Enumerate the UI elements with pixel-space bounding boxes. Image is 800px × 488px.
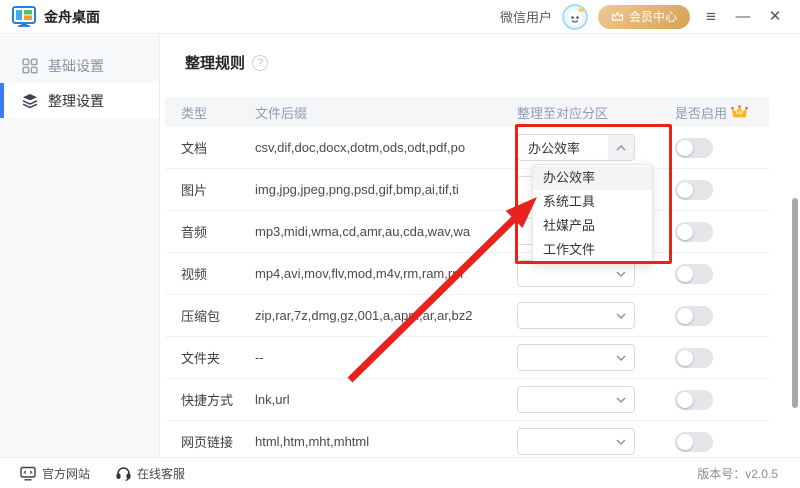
crown-icon <box>611 11 624 22</box>
close-icon[interactable]: ✕ <box>764 6 786 28</box>
row-extensions: zip,rar,7z,dmg,gz,001,a,apm,ar,ar,bz2 <box>255 308 473 323</box>
enable-toggle[interactable] <box>675 179 713 200</box>
row-extensions: lnk,url <box>255 392 290 407</box>
row-extensions: img,jpg,jpeg,png,psd,gif,bmp,ai,tif,ti <box>255 182 459 197</box>
online-support-label: 在线客服 <box>137 466 186 481</box>
row-extensions: html,htm,mht,mhtml <box>255 434 370 449</box>
row-extensions: mp3,midi,wma,cd,amr,au,cda,wav,wa <box>255 224 471 239</box>
sidebar-item-organize-settings[interactable]: 整理设置 <box>0 83 159 118</box>
row-extensions: -- <box>255 350 264 365</box>
monitor-icon <box>20 466 36 481</box>
partition-select[interactable] <box>517 260 635 287</box>
partition-dropdown-panel: 办公效率 系统工具 社媒产品 工作文件 <box>532 164 653 264</box>
enable-toggle[interactable] <box>675 431 713 452</box>
grid-icon <box>22 57 38 74</box>
header-enable: 是否启用 <box>675 105 728 121</box>
sidebar-item-label: 整理设置 <box>48 92 104 109</box>
chevron-down-icon <box>608 261 634 286</box>
version-label: 版本号：v2.0.5 <box>697 466 778 481</box>
partition-select[interactable] <box>517 344 635 371</box>
toggle-knob <box>677 433 693 450</box>
row-extensions: mp4,avi,mov,flv,mod,m4v,rm,ram,rm <box>255 266 464 281</box>
enable-toggle[interactable] <box>675 221 713 242</box>
partition-select[interactable] <box>517 386 635 413</box>
row-type-label: 文件夹 <box>181 351 221 366</box>
enable-toggle[interactable] <box>675 137 713 158</box>
toggle-knob <box>677 181 693 198</box>
sidebar: 基础设置 整理设置 <box>0 35 160 457</box>
online-support-link[interactable]: 在线客服 <box>116 465 185 482</box>
row-type-label: 网页链接 <box>181 435 234 450</box>
enable-toggle[interactable] <box>675 347 713 368</box>
chevron-up-icon <box>608 135 634 160</box>
enable-toggle[interactable] <box>675 389 713 410</box>
partition-select[interactable] <box>517 428 635 455</box>
enable-toggle[interactable] <box>675 263 713 284</box>
table-header: 类型 文件后缀 整理至对应分区 是否启用 VIP <box>165 97 769 127</box>
select-value: 办公效率 <box>528 141 581 156</box>
toggle-knob <box>677 307 693 324</box>
row-extensions: csv,dif,doc,docx,dotm,ods,odt,pdf,po <box>255 140 466 155</box>
dropdown-option-office[interactable]: 办公效率 <box>533 166 652 190</box>
chevron-down-icon <box>608 303 634 328</box>
app-title: 金舟桌面 <box>44 8 100 25</box>
rules-table: 文档 csv,dif,doc,docx,dotm,ods,odt,pdf,po … <box>165 127 769 463</box>
toggle-knob <box>677 139 693 156</box>
table-row-images: 图片 img,jpg,jpeg,png,psd,gif,bmp,ai,tif,t… <box>165 169 769 211</box>
menu-icon[interactable]: ≡ <box>700 6 722 28</box>
row-type-label: 视频 <box>181 267 208 282</box>
sidebar-item-label: 基础设置 <box>48 57 104 74</box>
row-type-label: 快捷方式 <box>181 393 234 408</box>
toggle-knob <box>677 391 693 408</box>
dropdown-option-system[interactable]: 系统工具 <box>533 190 652 214</box>
footer: 官方网站 在线客服 版本号：v2.0.5 <box>0 457 800 488</box>
page-title: 整理规则 <box>185 55 246 72</box>
table-row-folders: 文件夹 -- <box>165 337 769 379</box>
enable-toggle[interactable] <box>675 305 713 326</box>
user-avatar[interactable] <box>561 3 588 30</box>
header-type: 类型 <box>181 105 208 121</box>
dropdown-option-work[interactable]: 工作文件 <box>533 238 652 262</box>
table-row-audio: 音频 mp3,midi,wma,cd,amr,au,cda,wav,wa <box>165 211 769 253</box>
chevron-down-icon <box>608 387 634 412</box>
table-row-video: 视频 mp4,avi,mov,flv,mod,m4v,rm,ram,rm <box>165 253 769 295</box>
row-type-label: 图片 <box>181 183 208 198</box>
vip-crown-icon: VIP <box>731 105 748 119</box>
main-content: 整理规则 ? 类型 文件后缀 整理至对应分区 是否启用 VIP 文档 csv,d… <box>161 35 800 463</box>
toggle-knob <box>677 349 693 366</box>
row-type-label: 音频 <box>181 225 208 240</box>
table-row-archives: 压缩包 zip,rar,7z,dmg,gz,001,a,apm,ar,ar,bz… <box>165 295 769 337</box>
layers-icon <box>22 93 38 109</box>
official-website-link[interactable]: 官方网站 <box>20 465 90 482</box>
dropdown-option-social[interactable]: 社媒产品 <box>533 214 652 238</box>
help-icon[interactable]: ? <box>252 54 269 71</box>
chevron-down-icon <box>608 429 634 454</box>
toggle-knob <box>677 223 693 240</box>
sidebar-item-basic-settings[interactable]: 基础设置 <box>0 48 159 83</box>
partition-select-open[interactable]: 办公效率 <box>517 134 635 161</box>
official-website-label: 官方网站 <box>42 466 91 481</box>
svg-text:VIP: VIP <box>736 111 743 116</box>
table-row-documents: 文档 csv,dif,doc,docx,dotm,ods,odt,pdf,po … <box>165 127 769 169</box>
headset-icon <box>116 466 131 481</box>
member-center-button[interactable]: 会员中心 <box>597 4 690 29</box>
header-partition: 整理至对应分区 <box>517 105 609 121</box>
titlebar: 金舟桌面 微信用户 会员中心 ≡ — ✕ <box>0 0 800 34</box>
table-row-shortcuts: 快捷方式 lnk,url <box>165 379 769 421</box>
vertical-scrollbar[interactable] <box>792 198 798 408</box>
chevron-down-icon <box>608 345 634 370</box>
toggle-knob <box>677 265 693 282</box>
username-label: 微信用户 <box>499 10 552 25</box>
row-type-label: 文档 <box>181 141 208 156</box>
app-logo-icon <box>12 5 36 28</box>
member-center-label: 会员中心 <box>628 10 677 24</box>
partition-select[interactable] <box>517 302 635 329</box>
row-type-label: 压缩包 <box>181 309 221 324</box>
minimize-icon[interactable]: — <box>732 6 754 28</box>
header-extensions: 文件后缀 <box>255 105 308 121</box>
